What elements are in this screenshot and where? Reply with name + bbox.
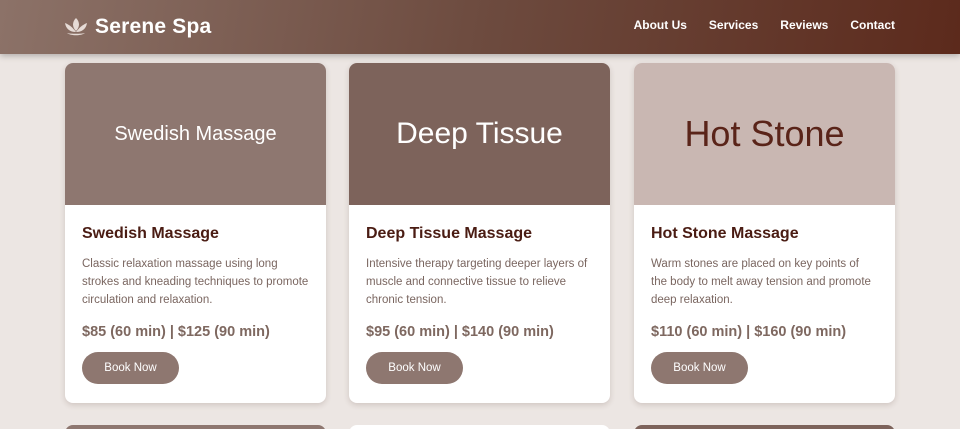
next-card-peek <box>65 425 326 429</box>
card-image: Hot Stone <box>634 63 895 205</box>
card-title: Hot Stone Massage <box>651 225 799 242</box>
nav-services[interactable]: Services <box>709 18 758 32</box>
card-image-text: Hot Stone <box>684 113 845 154</box>
card-price: $95 (60 min) | $140 (90 min) <box>366 324 554 340</box>
next-card-peek <box>634 425 895 429</box>
card-image-text: Swedish Massage <box>114 122 277 145</box>
card-price: $85 (60 min) | $125 (90 min) <box>82 324 270 340</box>
brand[interactable]: Serene Spa <box>63 13 211 41</box>
card-description: Warm stones are placed on key points of … <box>651 258 871 306</box>
card-title: Swedish Massage <box>82 225 219 242</box>
card-image: Swedish Massage <box>65 63 326 205</box>
book-now-button[interactable]: Book Now <box>651 352 748 384</box>
service-card-swedish: Swedish Massage Swedish Massage Classic … <box>65 63 326 403</box>
card-description: Classic relaxation massage using long st… <box>82 258 309 306</box>
card-price: $110 (60 min) | $160 (90 min) <box>651 324 847 340</box>
card-image-text: Deep Tissue <box>396 117 563 150</box>
service-card-hot-stone: Hot Stone Hot Stone Massage Warm stones … <box>634 63 895 403</box>
card-image: Deep Tissue <box>349 63 610 205</box>
lotus-icon <box>65 18 87 36</box>
next-card-peek <box>349 425 610 429</box>
site-header: Serene Spa About Us Services Reviews Con… <box>0 0 960 54</box>
brand-name: Serene Spa <box>95 15 212 38</box>
service-card-deep-tissue: Deep Tissue Deep Tissue Massage Intensiv… <box>349 63 610 403</box>
card-description: Intensive therapy targeting deeper layer… <box>366 258 588 306</box>
main-nav: About Us Services Reviews Contact <box>634 18 895 32</box>
book-now-button[interactable]: Book Now <box>82 352 179 384</box>
nav-reviews[interactable]: Reviews <box>780 18 828 32</box>
card-title: Deep Tissue Massage <box>366 225 533 242</box>
nav-about-us[interactable]: About Us <box>634 18 687 32</box>
nav-contact[interactable]: Contact <box>850 18 895 32</box>
book-now-button[interactable]: Book Now <box>366 352 463 384</box>
